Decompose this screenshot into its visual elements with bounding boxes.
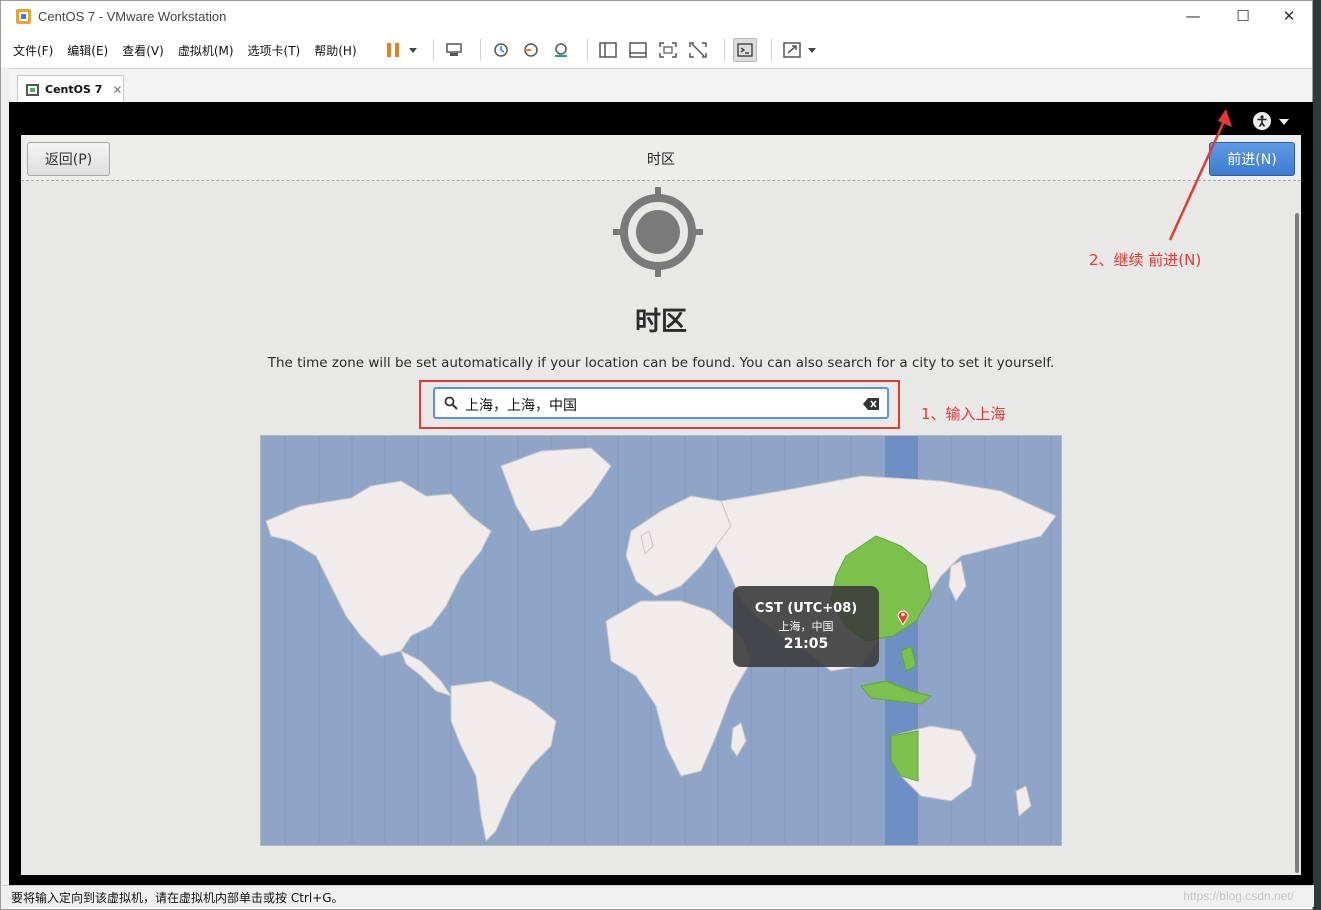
vm-icon: [26, 83, 39, 96]
window-title: CentOS 7 - VMware Workstation: [38, 9, 227, 24]
timezone-description: The time zone will be set automatically …: [267, 355, 1055, 371]
unity-mode-icon[interactable]: [686, 38, 710, 62]
toolbar-divider: [770, 39, 772, 61]
status-bar: 要将输入定向到该虚拟机，请在虚拟机内部单击或按 Ctrl+G。 https://…: [1, 885, 1314, 907]
send-ctrl-alt-del-icon[interactable]: [442, 38, 466, 62]
thumbnail-bar-icon[interactable]: [626, 38, 650, 62]
menu-tabs[interactable]: 选项卡(T): [248, 42, 301, 59]
accessibility-icon[interactable]: [1253, 112, 1271, 130]
tooltip-city: 上海，中国: [778, 620, 834, 633]
pause-icon[interactable]: [381, 38, 405, 62]
location-target-icon: [613, 187, 703, 277]
vm-tab-strip: CentOS 7 ✕: [9, 68, 1312, 103]
tooltip-timezone: CST (UTC+08): [754, 601, 858, 616]
location-pin-icon: [897, 610, 909, 625]
annotation-highlight-box: [419, 380, 900, 429]
menu-edit[interactable]: 编辑(E): [67, 42, 108, 59]
page-heading: 时区: [634, 307, 687, 337]
accessibility-dropdown-icon[interactable]: [1279, 119, 1289, 125]
toolbar-divider: [432, 39, 434, 61]
fullscreen-icon[interactable]: [656, 38, 680, 62]
show-library-icon[interactable]: [596, 38, 620, 62]
annotation-arrow-icon: [1168, 109, 1232, 241]
stretch-guest-icon[interactable]: [780, 38, 804, 62]
tab-label: CentOS 7: [45, 83, 103, 96]
annotation-step-2: 2、继续 前进(N): [1089, 251, 1202, 269]
menu-view[interactable]: 查看(V): [122, 42, 164, 59]
minimize-button[interactable]: —: [1170, 1, 1216, 31]
library-edge: [1, 67, 9, 909]
stretch-dropdown-icon[interactable]: [807, 47, 816, 53]
close-window-button[interactable]: ✕: [1266, 1, 1312, 31]
anaconda-timezone-spoke: 返回(P) 时区 前进(N) 时区 The time zone will be …: [21, 135, 1301, 875]
revert-snapshot-icon[interactable]: [519, 38, 543, 62]
world-timezone-map[interactable]: CST (UTC+08) 上海，中国 21:05: [260, 435, 1062, 846]
menu-toolbar: 文件(F) 编辑(E) 查看(V) 虚拟机(M) 选项卡(T) 帮助(H): [1, 33, 1312, 67]
menu-help[interactable]: 帮助(H): [314, 42, 356, 59]
snapshot-icon[interactable]: [489, 38, 513, 62]
vmware-window: CentOS 7 - VMware Workstation — ☐ ✕ 文件(F…: [0, 0, 1314, 910]
tab-centos7[interactable]: CentOS 7 ✕: [17, 75, 124, 103]
watermark-text: https://blog.csdn.net/: [1183, 889, 1294, 903]
toolbar-divider: [723, 39, 725, 61]
timezone-tooltip: CST (UTC+08) 上海，中国 21:05: [733, 586, 879, 667]
spoke-scrollbar[interactable]: [1295, 213, 1299, 873]
console-view-icon[interactable]: [732, 38, 757, 62]
spoke-header: 返回(P) 时区 前进(N): [21, 135, 1301, 181]
vmware-app-icon: [16, 9, 31, 24]
tooltip-time: 21:05: [783, 636, 829, 652]
tab-close-icon[interactable]: ✕: [112, 83, 122, 97]
power-dropdown-icon[interactable]: [408, 47, 417, 53]
annotation-step-1: 1、输入上海: [921, 405, 1006, 423]
toolbar-divider: [586, 39, 588, 61]
menu-vm[interactable]: 虚拟机(M): [178, 42, 234, 59]
world-map-graphic: [265, 436, 1057, 845]
snapshot-manager-icon[interactable]: [549, 38, 573, 62]
header-title: 时区: [647, 152, 675, 168]
toolbar-divider: [479, 39, 481, 61]
maximize-button[interactable]: ☐: [1220, 1, 1266, 31]
menu-file[interactable]: 文件(F): [13, 42, 53, 59]
title-bar: CentOS 7 - VMware Workstation — ☐ ✕: [1, 1, 1312, 33]
status-message: 要将输入定向到该虚拟机，请在虚拟机内部单击或按 Ctrl+G。: [11, 891, 344, 905]
vm-console[interactable]: 返回(P) 时区 前进(N) 时区 The time zone will be …: [9, 102, 1313, 885]
